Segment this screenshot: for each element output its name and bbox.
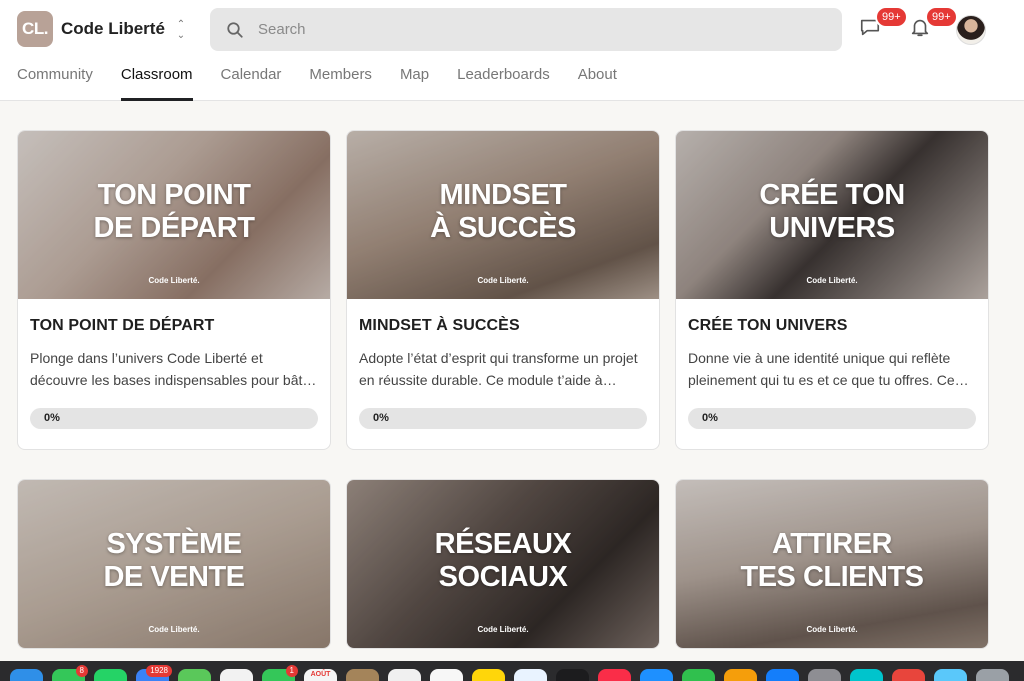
- course-description: Adopte l’état d’esprit qui transforme un…: [359, 350, 638, 388]
- finder-icon[interactable]: [934, 669, 967, 681]
- progress-label: 0%: [373, 412, 389, 424]
- tab-about[interactable]: About: [578, 66, 617, 101]
- course-cover-image: RÉSEAUX SOCIAUX Code Liberté.: [347, 480, 659, 648]
- xcode-icon[interactable]: [766, 669, 799, 681]
- cover-brand: Code Liberté.: [477, 276, 529, 285]
- safari-icon[interactable]: [10, 669, 43, 681]
- macos-dock: 8 1928 1 AOÛT: [0, 661, 1024, 681]
- cover-title: RÉSEAUX SOCIAUX: [434, 528, 572, 593]
- numbers-icon[interactable]: [682, 669, 715, 681]
- community-logo[interactable]: CL.: [17, 11, 53, 47]
- facetime-icon[interactable]: 1: [262, 665, 298, 681]
- cover-title: TON POINT DE DÉPART: [93, 179, 255, 244]
- course-cover-image: SYSTÈME DE VENTE Code Liberté.: [18, 480, 330, 648]
- course-cover-image: ATTIRER TES CLIENTS Code Liberté.: [676, 480, 988, 648]
- course-cover-image: TON POINT DE DÉPART Code Liberté.: [18, 131, 330, 299]
- tab-community[interactable]: Community: [17, 66, 93, 101]
- reminders-icon[interactable]: [430, 669, 463, 681]
- notes-yellow-icon[interactable]: [472, 669, 505, 681]
- dock-badge: 1: [285, 665, 298, 677]
- tab-leaderboards[interactable]: Leaderboards: [457, 66, 550, 101]
- course-card[interactable]: CRÉE TON UNIVERS Code Liberté. CRÉE TON U…: [675, 130, 989, 450]
- music-icon[interactable]: [598, 669, 631, 681]
- top-header: CL. Code Liberté ⌃⌄ 99+ 99+ Community Cl…: [0, 0, 1024, 101]
- keynote-icon[interactable]: [724, 669, 757, 681]
- course-progress-bar: 0%: [359, 408, 647, 429]
- tab-calendar[interactable]: Calendar: [221, 66, 282, 101]
- course-title: MINDSET À SUCCÈS: [359, 317, 520, 334]
- cover-brand: Code Liberté.: [148, 625, 200, 634]
- tab-map[interactable]: Map: [400, 66, 429, 101]
- user-avatar[interactable]: [956, 15, 986, 45]
- appstore-icon[interactable]: [640, 669, 673, 681]
- course-cover-image: CRÉE TON UNIVERS Code Liberté.: [676, 131, 988, 299]
- course-title: TON POINT DE DÉPART: [30, 317, 215, 334]
- chat-badge: 99+: [875, 6, 908, 28]
- cover-title: MINDSET À SUCCÈS: [430, 179, 576, 244]
- contacts-icon[interactable]: [388, 669, 421, 681]
- search-bar[interactable]: [210, 8, 842, 51]
- cover-brand: Code Liberté.: [477, 625, 529, 634]
- whatsapp-icon[interactable]: [94, 669, 127, 681]
- dock-badge: 8: [75, 665, 88, 677]
- tab-classroom[interactable]: Classroom: [120, 66, 193, 101]
- progress-label: 0%: [44, 412, 60, 424]
- chat-button[interactable]: 99+: [859, 6, 908, 40]
- search-input[interactable]: [258, 21, 818, 38]
- course-cover-image: MINDSET À SUCCÈS Code Liberté.: [347, 131, 659, 299]
- messages-icon[interactable]: 8: [52, 665, 88, 681]
- photos-icon[interactable]: [220, 669, 253, 681]
- chrome-icon[interactable]: [892, 669, 925, 681]
- calendar-icon[interactable]: AOÛT: [304, 669, 337, 681]
- course-progress-bar: 0%: [30, 408, 318, 429]
- freeform-icon[interactable]: [514, 669, 547, 681]
- cover-brand: Code Liberté.: [806, 625, 858, 634]
- cover-title: ATTIRER TES CLIENTS: [740, 528, 924, 593]
- course-card[interactable]: TON POINT DE DÉPART Code Liberté. TON POI…: [17, 130, 331, 450]
- notes-icon[interactable]: [346, 669, 379, 681]
- tv-icon[interactable]: [556, 669, 589, 681]
- maps-icon[interactable]: [178, 669, 211, 681]
- cover-title: CRÉE TON UNIVERS: [759, 179, 905, 244]
- cover-title: SYSTÈME DE VENTE: [103, 528, 245, 593]
- cover-brand: Code Liberté.: [148, 276, 200, 285]
- canva-icon[interactable]: [850, 669, 883, 681]
- community-switcher-chevron-icon[interactable]: ⌃ ⌄: [172, 19, 190, 41]
- mail-icon[interactable]: 1928: [136, 665, 172, 681]
- nav-tabs: Community Classroom Calendar Members Map…: [17, 66, 645, 101]
- tab-members[interactable]: Members: [309, 66, 372, 101]
- progress-label: 0%: [702, 412, 718, 424]
- notifications-button[interactable]: 99+: [909, 6, 958, 40]
- course-card[interactable]: RÉSEAUX SOCIAUX Code Liberté.: [346, 479, 660, 649]
- trash-icon[interactable]: [976, 669, 1009, 681]
- course-progress-bar: 0%: [688, 408, 976, 429]
- community-name[interactable]: Code Liberté: [61, 19, 165, 39]
- search-icon: [227, 21, 243, 38]
- course-card[interactable]: ATTIRER TES CLIENTS Code Liberté.: [675, 479, 989, 649]
- settings-icon[interactable]: [808, 669, 841, 681]
- notifications-badge: 99+: [925, 6, 958, 28]
- course-description: Plonge dans l’univers Code Liberté et dé…: [30, 350, 317, 388]
- course-card[interactable]: MINDSET À SUCCÈS Code Liberté. MINDSET À …: [346, 130, 660, 450]
- course-description: Donne vie à une identité unique qui refl…: [688, 350, 969, 388]
- dock-badge: 1928: [146, 665, 172, 677]
- course-card[interactable]: SYSTÈME DE VENTE Code Liberté.: [17, 479, 331, 649]
- course-title: CRÉE TON UNIVERS: [688, 317, 848, 334]
- dock-app-label: AOÛT: [310, 671, 331, 678]
- cover-brand: Code Liberté.: [806, 276, 858, 285]
